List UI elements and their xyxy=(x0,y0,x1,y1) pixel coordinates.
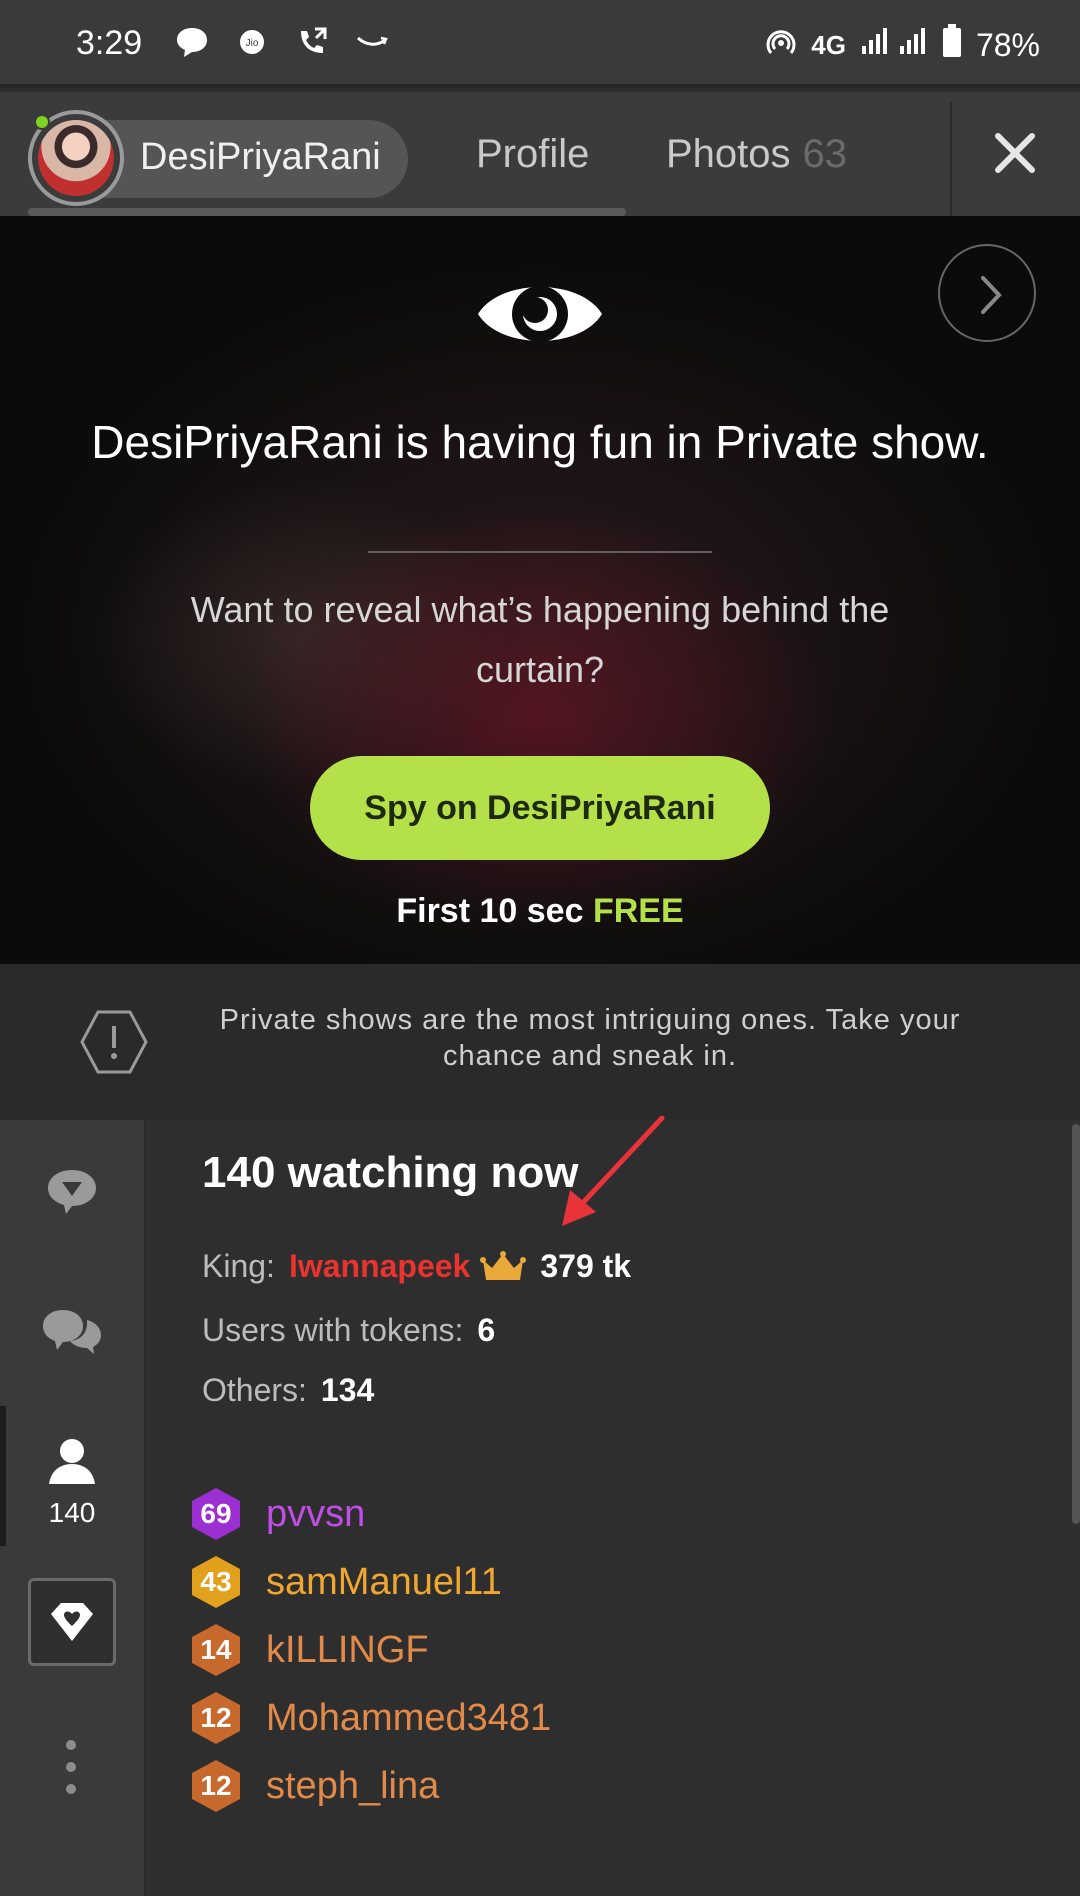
warning-hexagon-icon xyxy=(78,1008,150,1076)
status-time: 3:29 xyxy=(76,24,143,62)
jio-icon: Jio xyxy=(232,22,272,62)
free-label: FREE xyxy=(592,892,684,930)
room-header: DesiPriyaRani Profile Photos 63 xyxy=(0,92,1080,216)
network-type: 4G xyxy=(811,29,846,60)
next-model-button[interactable] xyxy=(938,244,1036,342)
private-show-title: DesiPriyaRani is having fun in Private s… xyxy=(91,416,989,468)
others-value: 134 xyxy=(320,1372,375,1408)
scrollbar[interactable] xyxy=(1072,1124,1080,1524)
amazon-icon xyxy=(352,22,392,62)
crown-icon xyxy=(480,1250,527,1280)
king-label: King: xyxy=(202,1248,275,1284)
list-item[interactable]: 12 Mohammed3481 xyxy=(188,1688,551,1748)
list-item[interactable]: 12 steph_lina xyxy=(188,1756,439,1816)
notification-icons: Jio xyxy=(172,22,392,62)
tab-photos[interactable]: Photos 63 xyxy=(666,132,847,177)
private-show-subtitle: Want to reveal what’s happening behind t… xyxy=(190,589,890,690)
sidebar-item-users[interactable]: 140 xyxy=(0,1436,144,1529)
tab-indicator xyxy=(28,208,626,216)
tab-profile[interactable]: Profile xyxy=(476,132,589,177)
chat-bubble-icon xyxy=(172,22,212,62)
info-banner: Private shows are the most intriguing on… xyxy=(0,964,1080,1120)
private-show-panel: DesiPriyaRani is having fun in Private s… xyxy=(0,216,1080,964)
level-number: 12 xyxy=(200,1770,232,1801)
eye-icon xyxy=(474,272,606,356)
close-icon[interactable] xyxy=(990,128,1040,178)
level-badge: 14 xyxy=(188,1622,244,1678)
tokens-users-label: Users with tokens: xyxy=(202,1312,464,1348)
sidebar-item-public-chat[interactable] xyxy=(0,1166,144,1223)
level-badge: 12 xyxy=(188,1690,244,1746)
model-name[interactable]: DesiPriyaRani xyxy=(140,136,381,179)
username: kILLINGF xyxy=(266,1628,429,1671)
free-trial-prefix: First 10 sec xyxy=(396,892,584,930)
level-number: 12 xyxy=(200,1702,232,1733)
users-panel: 140 watching now King: Iwannapeek 379 tk… xyxy=(146,1115,1080,1896)
tab-photos-label: Photos xyxy=(666,132,791,176)
others-label: Others: xyxy=(202,1372,307,1408)
conversation-icon xyxy=(39,1306,105,1363)
header-divider xyxy=(950,102,952,216)
level-number: 43 xyxy=(200,1566,232,1597)
signal-icon xyxy=(860,26,928,64)
more-options-icon[interactable] xyxy=(64,1740,78,1806)
list-item[interactable]: 43 samManuel11 xyxy=(188,1552,502,1612)
level-number: 14 xyxy=(200,1634,232,1665)
viewer-count: 140 xyxy=(48,1497,96,1528)
call-forward-icon xyxy=(292,22,332,62)
watching-count: 140 watching now xyxy=(202,1148,579,1197)
svg-text:Jio: Jio xyxy=(246,38,259,49)
tokens-users-value: 6 xyxy=(477,1312,496,1348)
tokens-button[interactable] xyxy=(28,1578,116,1666)
annotation-arrow xyxy=(562,1115,665,1226)
others-row: Others: 134 xyxy=(202,1372,374,1409)
status-bar: 3:29 Jio 4G 78% xyxy=(0,0,1080,88)
username: steph_lina xyxy=(266,1764,440,1807)
free-trial-note: First 10 sec FREE xyxy=(0,892,1080,931)
list-item[interactable]: 14 kILLINGF xyxy=(188,1620,429,1680)
level-badge: 12 xyxy=(188,1758,244,1814)
battery-percent: 78% xyxy=(975,26,1040,63)
level-badge: 69 xyxy=(188,1486,244,1542)
user-icon xyxy=(47,1436,97,1491)
sidebar-item-private-chat[interactable] xyxy=(0,1306,144,1363)
tokens-users-row: Users with tokens: 6 xyxy=(202,1312,495,1349)
photos-count: 63 xyxy=(802,132,848,176)
chat-icon xyxy=(44,1166,100,1223)
username: pvvsn xyxy=(266,1492,366,1535)
diamond-heart-icon xyxy=(51,1603,93,1641)
list-item[interactable]: 69 pvvsn xyxy=(188,1484,365,1544)
room-sidebar: 140 xyxy=(0,1120,146,1896)
king-username[interactable]: Iwannapeek xyxy=(289,1248,470,1285)
info-text: Private shows are the most intriguing on… xyxy=(219,1004,961,1072)
level-badge: 43 xyxy=(188,1554,244,1610)
battery-icon xyxy=(942,24,962,66)
hotspot-icon xyxy=(765,25,797,65)
spy-button[interactable]: Spy on DesiPriyaRani xyxy=(310,756,770,860)
level-number: 69 xyxy=(200,1498,232,1529)
username: samManuel11 xyxy=(266,1560,502,1603)
online-status-dot xyxy=(34,114,50,130)
username: Mohammed3481 xyxy=(266,1696,552,1739)
divider xyxy=(368,551,712,553)
